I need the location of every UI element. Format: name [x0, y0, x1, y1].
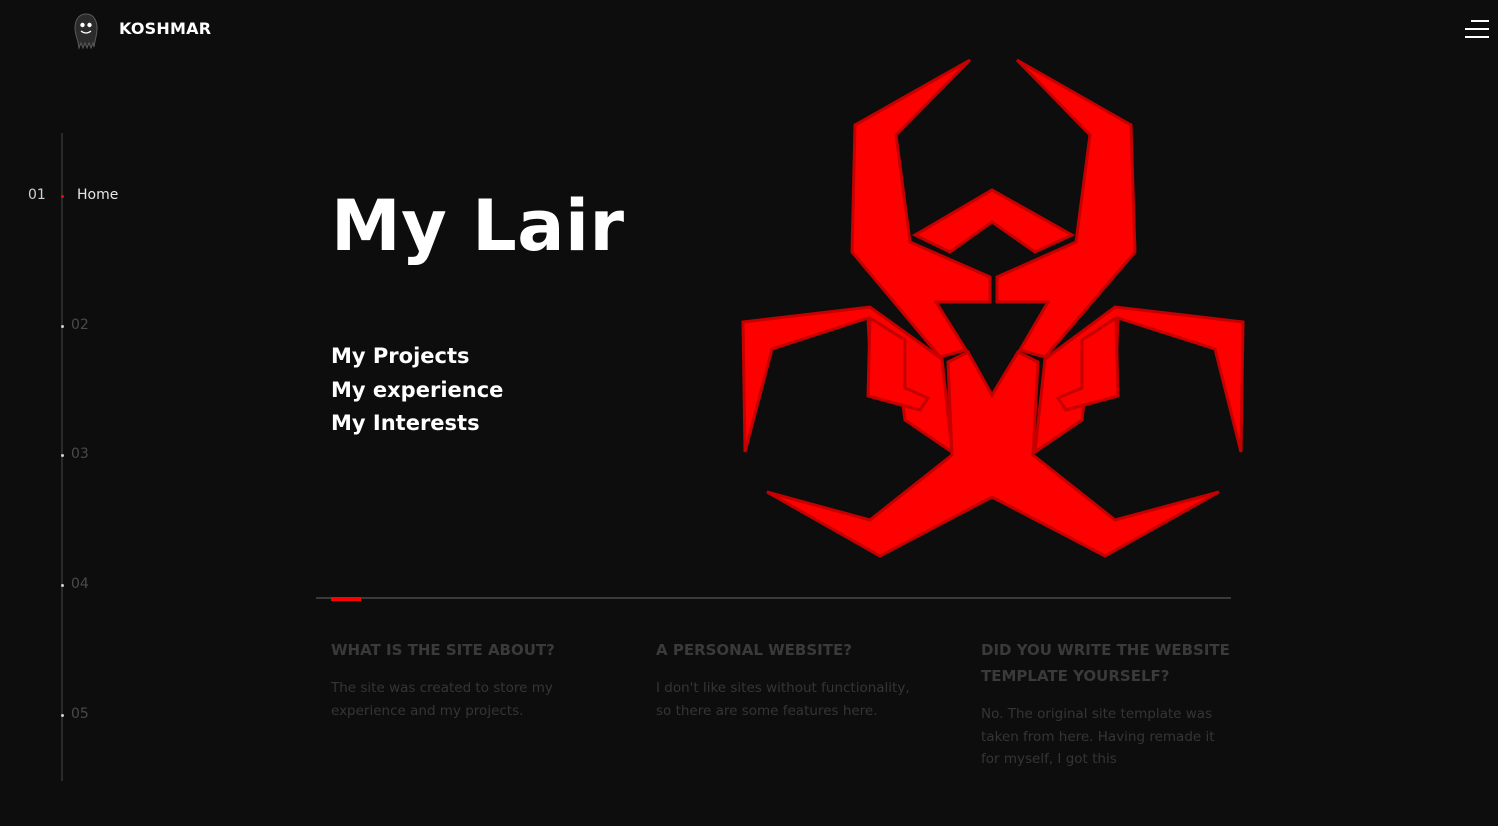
divider-accent: [331, 597, 361, 601]
side-nav-number[interactable]: 03: [71, 446, 89, 462]
side-nav-label-home[interactable]: Home: [77, 187, 118, 203]
side-nav-number[interactable]: 05: [71, 706, 89, 722]
hero-links: My Projects My experience My Interests: [331, 340, 503, 441]
info-column-personal: A PERSONAL WEBSITE? I don't like sites w…: [656, 637, 916, 722]
side-nav-number[interactable]: 04: [71, 576, 89, 592]
info-text: I don't like sites without functionality…: [656, 680, 910, 719]
info-text: The site was created to store my experie…: [331, 680, 553, 719]
info-title: WHAT IS THE SITE ABOUT?: [331, 641, 555, 659]
side-nav-number: 01: [28, 187, 46, 203]
link-my-interests[interactable]: My Interests: [331, 407, 503, 441]
biohazard-icon: [741, 58, 1245, 558]
info-column-about: WHAT IS THE SITE ABOUT? The site was cre…: [331, 637, 591, 722]
info-text: No. The original site template was taken…: [981, 706, 1215, 767]
side-nav-dot: [61, 584, 64, 587]
ghost-avatar-icon[interactable]: [72, 12, 100, 50]
side-nav-dot: [61, 454, 64, 457]
info-column-template: DID YOU WRITE THE WEBSITE TEMPLATE YOURS…: [981, 637, 1241, 771]
link-my-projects[interactable]: My Projects: [331, 340, 503, 374]
side-nav-dot: [61, 714, 64, 717]
page-title: My Lair: [331, 185, 625, 267]
section-divider: [316, 597, 1231, 599]
page: KOSHMAR 01 Home 02 03 04 05 My Lair My P…: [0, 0, 1498, 826]
info-title: DID YOU WRITE THE WEBSITE TEMPLATE YOURS…: [981, 641, 1230, 685]
info-title: A PERSONAL WEBSITE?: [656, 641, 852, 659]
side-nav-track: [61, 133, 63, 781]
side-nav-dot: [61, 325, 64, 328]
link-my-experience[interactable]: My experience: [331, 374, 503, 408]
side-nav-number[interactable]: 02: [71, 317, 89, 333]
hamburger-menu-icon[interactable]: [1463, 18, 1489, 40]
side-nav-active-dot: [61, 195, 64, 198]
brand-name[interactable]: KOSHMAR: [119, 19, 211, 38]
